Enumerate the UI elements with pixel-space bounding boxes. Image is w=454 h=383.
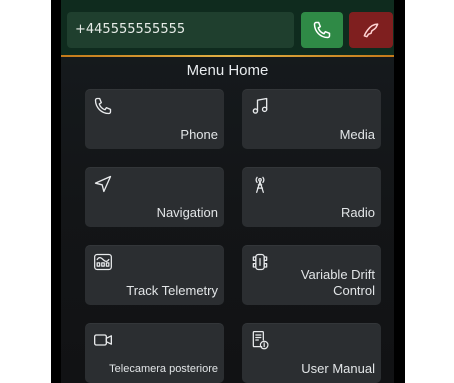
- menu-title: Menu Home: [186, 62, 269, 79]
- tile-label: Phone: [180, 127, 218, 142]
- user-manual-icon: [250, 330, 270, 350]
- tile-navigation[interactable]: Navigation: [85, 167, 224, 227]
- tile-label: Track Telemetry: [126, 283, 218, 298]
- tile-variable-drift-control[interactable]: Variable Drift Control: [242, 245, 381, 305]
- hangup-button[interactable]: [349, 12, 393, 48]
- rear-camera-icon: [93, 330, 113, 350]
- call-button[interactable]: [301, 12, 343, 48]
- tile-track-telemetry[interactable]: Track Telemetry: [85, 245, 224, 305]
- radio-tower-icon: [250, 174, 270, 194]
- head-unit-screen: +445555555555 Menu Home Phone Media Navi…: [61, 0, 394, 383]
- phone-icon: [93, 96, 113, 116]
- phone-icon: [312, 20, 332, 40]
- tile-label: Navigation: [156, 205, 218, 220]
- accent-line: [61, 55, 394, 57]
- tile-media[interactable]: Media: [242, 89, 381, 149]
- tile-telecamera-posteriore[interactable]: Telecamera posteriore: [85, 323, 224, 383]
- call-bar: +445555555555: [61, 0, 394, 56]
- telemetry-icon: [93, 252, 113, 272]
- tile-label: Radio: [341, 205, 375, 220]
- phone-number-field[interactable]: +445555555555: [67, 12, 294, 48]
- tile-user-manual[interactable]: User Manual: [242, 323, 381, 383]
- tile-label: Media: [339, 127, 375, 142]
- tile-label: Telecamera posteriore: [109, 363, 218, 375]
- navigation-arrow-icon: [93, 174, 113, 194]
- music-note-icon: [250, 96, 270, 116]
- tile-radio[interactable]: Radio: [242, 167, 381, 227]
- tile-label: Variable Drift Control: [300, 267, 375, 298]
- phone-hangup-icon: [361, 20, 381, 40]
- tile-label: User Manual: [301, 361, 375, 376]
- tile-phone[interactable]: Phone: [85, 89, 224, 149]
